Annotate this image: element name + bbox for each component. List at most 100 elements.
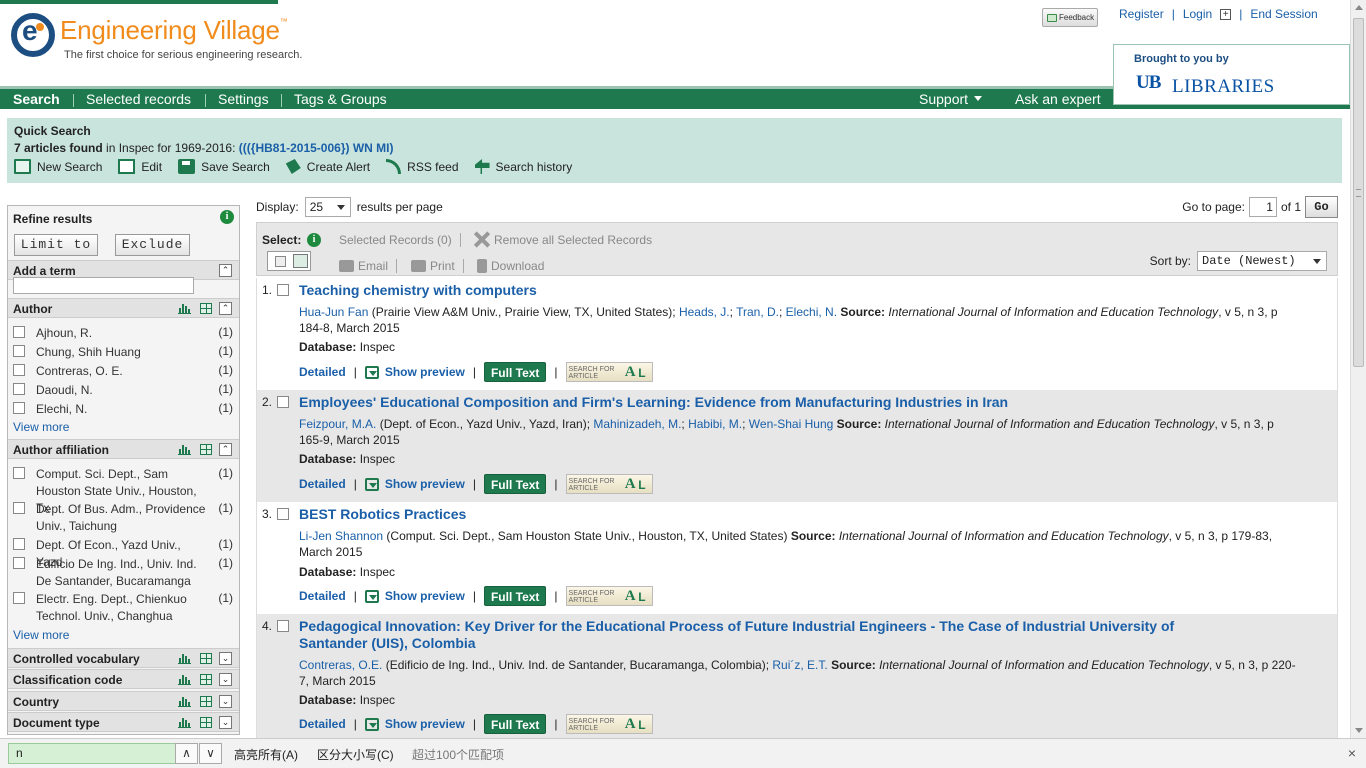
per-page-select[interactable]: 25 (304, 197, 351, 217)
facet-checkbox[interactable] (13, 502, 25, 514)
record-checkbox[interactable] (277, 284, 289, 296)
author-link[interactable]: Tran, D. (736, 305, 779, 319)
facet-item[interactable]: Dept. Of Bus. Adm., Providence Univ., Ta… (13, 501, 233, 535)
preview-icon[interactable] (364, 589, 379, 603)
expand-icon[interactable]: ⌄ (219, 716, 232, 729)
record-title-link[interactable]: Teaching chemistry with computers (299, 282, 1259, 299)
scroll-down-icon[interactable] (1355, 728, 1363, 733)
nav-support[interactable]: Support (919, 91, 983, 107)
author-view-more-link[interactable]: View more (13, 420, 69, 434)
select-all-dropdown[interactable] (267, 251, 311, 271)
chart-icon[interactable] (178, 696, 191, 707)
expand-icon[interactable]: ⌄ (219, 695, 232, 708)
facet-checkbox[interactable] (13, 383, 25, 395)
scroll-thumb[interactable] (1353, 18, 1364, 367)
show-preview-link[interactable]: Show preview (385, 589, 465, 603)
facet-item[interactable]: Electr. Eng. Dept., Chienkuo Technol. Un… (13, 591, 233, 625)
email-button[interactable]: Email (339, 259, 401, 273)
export-icon[interactable] (200, 717, 212, 728)
author-link[interactable]: Habibi, M. (688, 417, 742, 431)
nav-ask-expert[interactable]: Ask an expert (1015, 91, 1101, 107)
export-icon[interactable] (200, 444, 212, 455)
nav-settings[interactable]: Settings (218, 91, 269, 107)
facet-checkbox[interactable] (13, 557, 25, 569)
author-link[interactable]: Feizpour, M.A. (299, 417, 376, 431)
facet-item[interactable]: Edificio De Ing. Ind., Univ. Ind. De San… (13, 556, 233, 590)
classification-code-facet-header[interactable]: Classification code ⌄ (8, 669, 239, 689)
limit-to-button[interactable]: Limit to (14, 234, 98, 256)
search-for-article-button[interactable]: SEARCH FOR ARTICLE A L (565, 474, 653, 494)
print-button[interactable]: Print (411, 259, 468, 273)
expand-icon[interactable]: ⌄ (219, 673, 232, 686)
controlled-vocabulary-facet-header[interactable]: Controlled vocabulary ⌄ (8, 648, 239, 668)
match-case-option[interactable]: 区分大小写(C) (317, 746, 394, 763)
facet-checkbox[interactable] (13, 538, 25, 550)
export-icon[interactable] (200, 653, 212, 664)
go-button[interactable]: Go (1305, 196, 1338, 218)
record-checkbox[interactable] (277, 508, 289, 520)
facet-item[interactable]: Comput. Sci. Dept., Sam Houston State Un… (13, 466, 233, 515)
nav-selected-records[interactable]: Selected records (86, 91, 191, 107)
facet-checkbox[interactable] (13, 592, 25, 604)
add-term-input[interactable] (13, 277, 194, 294)
full-text-button[interactable]: Full Text (483, 714, 547, 734)
search-history-button[interactable]: Search history (474, 159, 572, 174)
preview-icon[interactable] (364, 717, 379, 731)
create-alert-button[interactable]: Create Alert (285, 159, 370, 174)
chart-icon[interactable] (178, 303, 191, 314)
page-scrollbar[interactable] (1350, 0, 1366, 738)
facet-checkbox[interactable] (13, 326, 25, 338)
author-link[interactable]: Hua-Jun Fan (299, 305, 368, 319)
country-facet-header[interactable]: Country ⌄ (8, 691, 239, 711)
collapse-icon[interactable]: ⌃ (219, 302, 232, 315)
author-link[interactable]: Heads, J. (679, 305, 730, 319)
affiliation-view-more-link[interactable]: View more (13, 628, 69, 642)
record-title-link[interactable]: Pedagogical Innovation: Key Driver for t… (299, 618, 1229, 652)
search-for-article-button[interactable]: SEARCH FOR ARTICLE A L (565, 714, 653, 734)
show-preview-link[interactable]: Show preview (385, 717, 465, 731)
record-checkbox[interactable] (277, 620, 289, 632)
detailed-link[interactable]: Detailed (299, 589, 346, 603)
download-button[interactable]: Download (477, 259, 544, 273)
show-preview-link[interactable]: Show preview (385, 477, 465, 491)
find-input[interactable]: n (8, 743, 176, 764)
detailed-link[interactable]: Detailed (299, 717, 346, 731)
collapse-icon[interactable]: ⌃ (219, 264, 232, 277)
chart-icon[interactable] (178, 653, 191, 664)
engineering-village-logo[interactable]: e Engineering Village™ The first choice … (11, 12, 311, 72)
full-text-button[interactable]: Full Text (483, 474, 547, 494)
close-icon[interactable]: × (1348, 745, 1356, 761)
page-number-input[interactable]: 1 (1248, 197, 1277, 217)
chart-icon[interactable] (178, 674, 191, 685)
register-link[interactable]: Register (1119, 7, 1164, 21)
save-search-button[interactable]: Save Search (178, 159, 270, 174)
author-link[interactable]: Wen-Shai Hung (749, 417, 834, 431)
author-link[interactable]: Mahinizadeh, M. (593, 417, 681, 431)
highlight-all-option[interactable]: 高亮所有(A) (234, 746, 298, 763)
record-checkbox[interactable] (277, 396, 289, 408)
selected-records-link[interactable]: Selected Records (0) (339, 233, 465, 247)
expand-icon[interactable]: ⌄ (219, 652, 232, 665)
login-link[interactable]: Login (1183, 7, 1212, 21)
login-expand-icon[interactable]: + (1220, 8, 1232, 20)
scroll-up-icon[interactable] (1355, 5, 1363, 10)
find-next-button[interactable]: ∨ (199, 743, 222, 764)
export-icon[interactable] (200, 303, 212, 314)
chevron-down-icon[interactable] (293, 254, 308, 268)
select-all-checkbox[interactable] (275, 256, 286, 267)
full-text-button[interactable]: Full Text (483, 586, 547, 606)
edit-search-button[interactable]: Edit (118, 159, 162, 174)
find-previous-button[interactable]: ∧ (175, 743, 198, 764)
nav-search[interactable]: Search (13, 91, 60, 107)
author-link[interactable]: Rui´z, E.T. (772, 658, 827, 672)
full-text-button[interactable]: Full Text (483, 362, 547, 382)
preview-icon[interactable] (364, 477, 379, 491)
author-link[interactable]: Contreras, O.E. (299, 658, 382, 672)
facet-checkbox[interactable] (13, 402, 25, 414)
chart-icon[interactable] (178, 444, 191, 455)
record-title-link[interactable]: Employees' Educational Composition and F… (299, 394, 1259, 411)
record-title-link[interactable]: BEST Robotics Practices (299, 506, 1259, 523)
detailed-link[interactable]: Detailed (299, 477, 346, 491)
show-preview-link[interactable]: Show preview (385, 365, 465, 379)
remove-all-button[interactable]: Remove all Selected Records (473, 231, 652, 248)
